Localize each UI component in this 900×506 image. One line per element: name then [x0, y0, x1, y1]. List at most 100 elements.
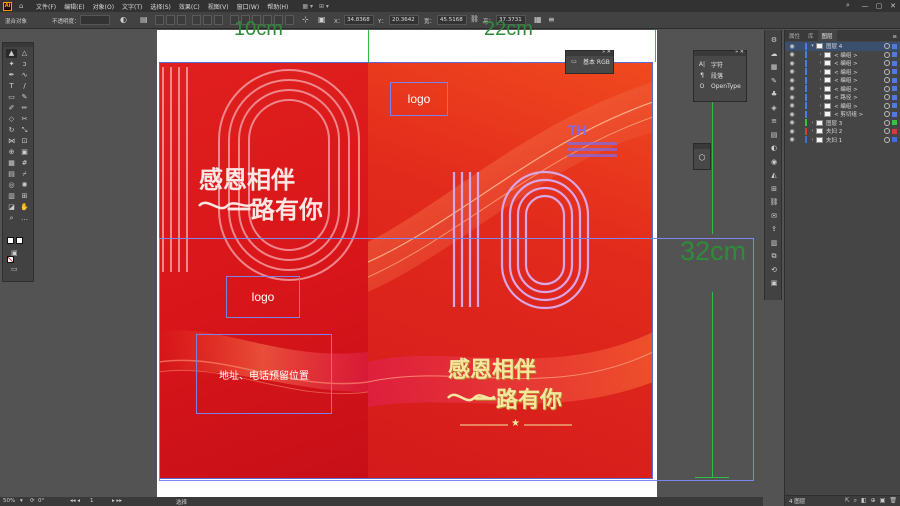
- expand-arrow-icon[interactable]: ▾: [809, 43, 816, 49]
- layer-row[interactable]: ◉ › < 编组 >: [785, 85, 900, 94]
- layer-row[interactable]: ◉ › < 编组 >: [785, 76, 900, 85]
- paintbrush-tool-icon[interactable]: ✎: [19, 93, 30, 102]
- panel-menu-icon[interactable]: ≡: [892, 34, 897, 40]
- navigator-icon[interactable]: ▣: [769, 279, 779, 288]
- selection-indicator[interactable]: [892, 77, 897, 83]
- toolbar-grip[interactable]: [3, 43, 33, 47]
- visibility-eye-icon[interactable]: ◉: [788, 60, 796, 67]
- drawing-mode-icon[interactable]: ▣: [11, 249, 18, 257]
- expand-arrow-icon[interactable]: ›: [817, 52, 824, 58]
- layer-row[interactable]: ◉ ▾ 图层 4: [785, 42, 900, 51]
- expand-arrow-icon[interactable]: ›: [817, 111, 824, 117]
- expand-arrow-icon[interactable]: ›: [809, 120, 816, 126]
- menu-effect[interactable]: 效果(C): [179, 2, 200, 11]
- distribute-right-icon[interactable]: [285, 15, 294, 25]
- layer-name[interactable]: 图层 3: [826, 119, 884, 127]
- layer-row[interactable]: ◉ › < 编组 >: [785, 68, 900, 77]
- layer-name[interactable]: < 编组 >: [834, 59, 884, 67]
- visibility-eye-icon[interactable]: ◉: [788, 77, 796, 84]
- expand-arrow-icon[interactable]: ›: [817, 69, 824, 75]
- column-graph-tool-icon[interactable]: ▥: [6, 192, 17, 201]
- target-circle-icon[interactable]: [884, 51, 890, 58]
- libraries-icon[interactable]: ☁: [769, 50, 779, 59]
- target-circle-icon[interactable]: [884, 68, 890, 75]
- swatch-library-panel[interactable]: » ✕ ▭ 基本 RGB: [565, 49, 614, 74]
- search-icon[interactable]: ⌕: [846, 1, 850, 10]
- transform-panel-icon[interactable]: ⟲: [769, 266, 779, 275]
- fill-stroke-swatches[interactable]: [7, 229, 29, 263]
- free-transform-tool-icon[interactable]: ⊡: [19, 137, 30, 146]
- eyedropper-tool-icon[interactable]: ⌿: [19, 170, 30, 179]
- swatches-icon[interactable]: ▦: [769, 63, 779, 72]
- visibility-eye-icon[interactable]: ◉: [788, 111, 796, 118]
- menu-file[interactable]: 文件(F): [36, 2, 56, 11]
- selection-indicator[interactable]: [892, 120, 897, 126]
- screen-mode-icon[interactable]: ▭: [11, 265, 18, 273]
- artboard-prev-icon[interactable]: ◂◂ ◂: [70, 498, 80, 504]
- layer-name[interactable]: 图层 4: [826, 42, 884, 50]
- visibility-eye-icon[interactable]: ◉: [788, 102, 796, 109]
- selection-indicator[interactable]: [892, 60, 897, 66]
- pencil-tool-icon[interactable]: ✏: [19, 104, 30, 113]
- target-circle-icon[interactable]: [884, 136, 890, 143]
- expand-arrow-icon[interactable]: ›: [817, 103, 824, 109]
- target-circle-icon[interactable]: [884, 128, 890, 135]
- layer-row[interactable]: ◉ › < 剪切组 >: [785, 110, 900, 119]
- locate-object-icon[interactable]: ⌕: [854, 497, 857, 505]
- menu-edit[interactable]: 编辑(E): [64, 2, 84, 11]
- layer-name[interactable]: < 编组 >: [834, 85, 884, 93]
- reference-point-icon[interactable]: ▣: [318, 15, 326, 24]
- panel-paragraph[interactable]: ¶ 段落: [694, 70, 746, 81]
- layer-row[interactable]: ◉ › 夫妇 2: [785, 127, 900, 136]
- y-field[interactable]: 20.3642: [389, 15, 419, 25]
- layer-row[interactable]: ◉ › < 编组 >: [785, 102, 900, 111]
- edit-toolbar-icon[interactable]: …: [19, 214, 30, 223]
- visibility-eye-icon[interactable]: ◉: [788, 128, 796, 135]
- align-left-icon[interactable]: [155, 15, 164, 25]
- panel-header[interactable]: » ✕: [566, 49, 613, 56]
- artboard-next-icon[interactable]: ▸ ▸▸: [112, 498, 122, 504]
- expand-arrow-icon[interactable]: ›: [817, 94, 824, 100]
- scissors-tool-icon[interactable]: ✂: [19, 115, 30, 124]
- symbol-sprayer-tool-icon[interactable]: ✺: [19, 181, 30, 190]
- export-assets-icon[interactable]: ⇪: [769, 225, 779, 234]
- isolate-group-icon[interactable]: ▦: [534, 15, 542, 24]
- appearance-icon[interactable]: ◉: [769, 158, 779, 167]
- zoom-level[interactable]: 50%: [3, 498, 15, 504]
- panel-header[interactable]: » ✕: [694, 49, 746, 56]
- mesh-tool-icon[interactable]: #: [19, 159, 30, 168]
- blend-tool-icon[interactable]: ◎: [6, 181, 17, 190]
- panel-opentype[interactable]: O OpenType: [694, 81, 746, 92]
- pen-tool-icon[interactable]: ✒: [6, 71, 17, 80]
- gradient-tool-icon[interactable]: ▤: [6, 170, 17, 179]
- address-placeholder[interactable]: 地址、电话预留位置: [196, 334, 332, 414]
- 3d-panel[interactable]: ⬡: [693, 143, 711, 170]
- menu-window[interactable]: 窗口(W): [237, 2, 260, 11]
- selection-indicator[interactable]: [892, 94, 897, 100]
- selection-indicator[interactable]: [892, 111, 897, 117]
- layer-row[interactable]: ◉ › < 编组 >: [785, 51, 900, 60]
- workspace-switcher-icon[interactable]: ▦ ▾: [302, 3, 313, 10]
- layer-name[interactable]: < 剪切组 >: [834, 110, 884, 118]
- rotate-value[interactable]: 0°: [38, 498, 44, 504]
- layer-name[interactable]: < 编组 >: [834, 51, 884, 59]
- delete-layer-icon[interactable]: 🗑: [889, 497, 897, 505]
- expand-arrow-icon[interactable]: ›: [817, 60, 824, 66]
- layer-row[interactable]: ◉ › < 编组 >: [785, 59, 900, 68]
- target-circle-icon[interactable]: [884, 85, 890, 92]
- eraser-tool-icon[interactable]: ◇: [6, 115, 17, 124]
- target-circle-icon[interactable]: [884, 119, 890, 126]
- menu-object[interactable]: 对象(O): [93, 2, 114, 11]
- export-icon[interactable]: ⇱: [845, 497, 850, 505]
- target-circle-icon[interactable]: [884, 111, 890, 118]
- type-tool-icon[interactable]: T: [6, 82, 17, 91]
- selection-indicator[interactable]: [892, 103, 897, 109]
- expand-arrow-icon[interactable]: ›: [817, 86, 824, 92]
- poster-right-panel[interactable]: logo TH 感恩相伴 一路有你 ★: [368, 62, 653, 479]
- artboards-icon[interactable]: ⊞: [769, 185, 779, 194]
- layer-name[interactable]: < 编组 >: [834, 68, 884, 76]
- swatch-library-row[interactable]: ▭ 基本 RGB: [566, 56, 613, 67]
- hand-tool-icon[interactable]: ✋: [19, 203, 30, 212]
- expand-arrow-icon[interactable]: ›: [817, 77, 824, 83]
- maximize-icon[interactable]: ▢: [872, 0, 886, 12]
